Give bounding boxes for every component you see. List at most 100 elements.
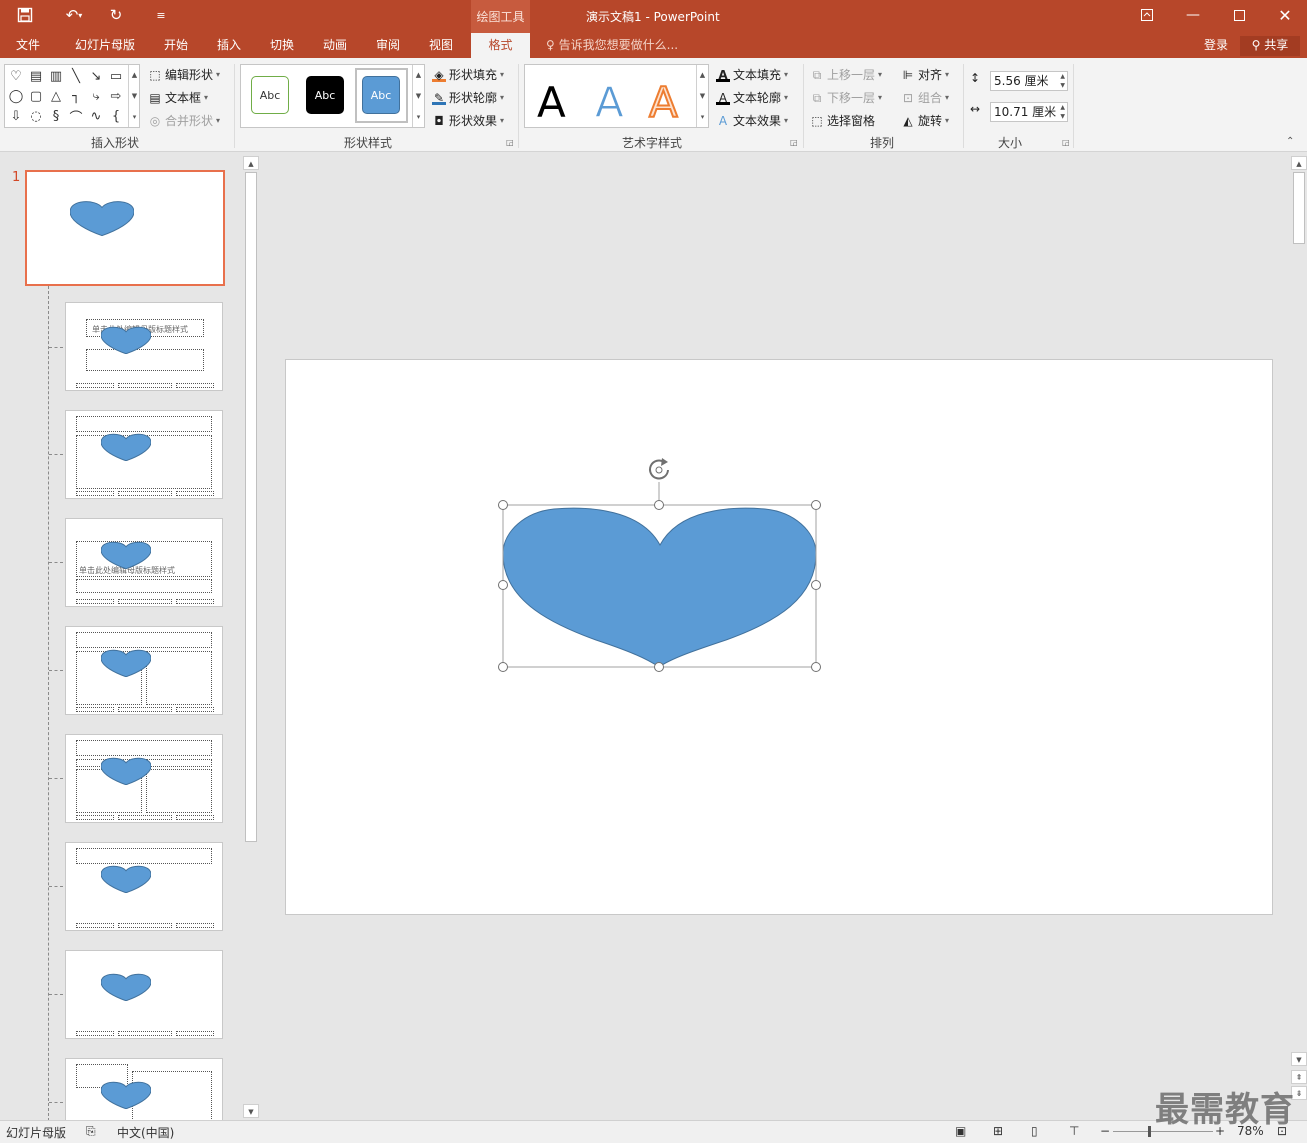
line-shape-icon[interactable]: ╲ bbox=[66, 66, 86, 86]
zoom-out-icon[interactable]: − bbox=[1100, 1124, 1110, 1138]
layout-thumbnail-section-header[interactable]: 单击此处编辑母版标题样式 bbox=[65, 518, 223, 607]
elbow-connector-shape-icon[interactable]: ┐ bbox=[66, 86, 86, 106]
shape-outline-button[interactable]: ✎ 形状轮廓 ▾ bbox=[432, 89, 504, 106]
layout-thumbnail-comparison[interactable] bbox=[65, 734, 223, 823]
style-swatch-blue[interactable]: Abc bbox=[362, 76, 400, 114]
tab-transitions[interactable]: 切换 bbox=[259, 33, 305, 58]
save-icon[interactable] bbox=[10, 0, 40, 30]
curve-shape-icon[interactable]: ∿ bbox=[86, 106, 106, 126]
zoom-slider-thumb[interactable] bbox=[1148, 1126, 1151, 1137]
tab-animations[interactable]: 动画 bbox=[312, 33, 358, 58]
shape-styles-gallery-scroll[interactable]: ▲ ▼ ▾ bbox=[412, 65, 424, 127]
rounded-rect-shape-icon[interactable]: ▢ bbox=[26, 86, 46, 106]
customize-quick-access-icon[interactable]: ≡ bbox=[150, 0, 172, 30]
zoom-slider-track[interactable] bbox=[1113, 1131, 1213, 1132]
spell-check-icon[interactable]: ⎘ bbox=[86, 1124, 96, 1139]
rotate-button[interactable]: ◭ 旋转 ▾ bbox=[901, 112, 949, 129]
scroll-down-icon[interactable]: ▼ bbox=[243, 1104, 259, 1118]
shape-fill-button[interactable]: ◈ 形状填充 ▾ bbox=[432, 66, 504, 83]
group-button[interactable]: ⊡ 组合 ▾ bbox=[901, 89, 949, 106]
reading-view-icon[interactable]: ▯ bbox=[1031, 1124, 1038, 1138]
scroll-down-icon[interactable]: ▼ bbox=[1291, 1052, 1307, 1066]
canvas-scrollbar[interactable]: ▲ ▼ ⇞ ⇟ bbox=[1291, 156, 1307, 1120]
shape-height-input[interactable]: 5.56 厘米 ▲ ▼ bbox=[990, 71, 1068, 91]
rotate-handle-icon[interactable] bbox=[649, 458, 669, 480]
dialog-launcher-icon[interactable]: ◲ bbox=[506, 138, 514, 147]
triangle-shape-icon[interactable]: △ bbox=[46, 86, 66, 106]
brace-shape-icon[interactable]: { bbox=[106, 106, 126, 126]
text-fill-button[interactable]: A 文本填充 ▾ bbox=[716, 66, 788, 83]
scrollbar-thumb[interactable] bbox=[1293, 172, 1305, 244]
dialog-launcher-icon[interactable]: ◲ bbox=[1062, 138, 1070, 147]
scrollbar-thumb[interactable] bbox=[245, 172, 257, 842]
layout-thumbnail-content[interactable] bbox=[65, 410, 223, 499]
text-box-button[interactable]: ▤ 文本框 ▾ bbox=[148, 89, 208, 106]
scroll-up-icon[interactable]: ▲ bbox=[1291, 156, 1307, 170]
layout-thumbnail-content-caption[interactable] bbox=[65, 1058, 223, 1120]
tab-home[interactable]: 开始 bbox=[153, 33, 199, 58]
layout-thumbnail-blank[interactable] bbox=[65, 950, 223, 1039]
tab-view[interactable]: 视图 bbox=[418, 33, 464, 58]
minimize-icon[interactable]: — bbox=[1170, 0, 1216, 30]
shapes-gallery-scroll[interactable]: ▲ ▼ ▾ bbox=[128, 65, 140, 127]
selection-pane-button[interactable]: ⬚ 选择窗格 bbox=[810, 112, 875, 129]
style-swatch-outline[interactable]: Abc bbox=[251, 76, 289, 114]
wordart-gallery[interactable]: A A A ▲ ▼ ▾ bbox=[524, 64, 709, 128]
share-button[interactable]: ⚲ 共享 bbox=[1240, 36, 1300, 56]
layout-thumbnail-title[interactable]: 单击此处编辑母版标题样式 bbox=[65, 302, 223, 391]
master-slide[interactable] bbox=[285, 359, 1273, 915]
thumbnail-panel-scrollbar[interactable]: ▲ ▼ bbox=[243, 156, 259, 1118]
tab-review[interactable]: 审阅 bbox=[365, 33, 411, 58]
tab-file[interactable]: 文件 bbox=[0, 33, 56, 58]
right-arrow-shape-icon[interactable]: ⇨ bbox=[106, 86, 126, 106]
close-icon[interactable]: ✕ bbox=[1262, 0, 1307, 30]
heart-shape[interactable] bbox=[502, 507, 817, 668]
layout-thumbnail-two-content[interactable] bbox=[65, 626, 223, 715]
slide-show-icon[interactable]: ⊤ bbox=[1069, 1124, 1079, 1138]
spinner-icon[interactable]: ▲ ▼ bbox=[1060, 103, 1065, 121]
tell-me-search[interactable]: ♀ 告诉我您想要做什么... bbox=[546, 33, 678, 58]
heart-shape-icon[interactable]: ♡ bbox=[6, 66, 26, 86]
style-swatch-black[interactable]: Abc bbox=[306, 76, 344, 114]
send-backward-button[interactable]: ⧉ 下移一层 ▾ bbox=[810, 89, 882, 106]
wordart-blue-letter[interactable]: A bbox=[595, 78, 625, 127]
language-text[interactable]: 中文(中国) bbox=[117, 1124, 174, 1141]
maximize-icon[interactable] bbox=[1216, 0, 1262, 30]
down-arrow-shape-icon[interactable]: ⇩ bbox=[6, 106, 26, 126]
slide-sorter-icon[interactable]: ⊞ bbox=[993, 1124, 1003, 1138]
textbox-shape-icon[interactable]: ▤ bbox=[26, 66, 46, 86]
shape-width-input[interactable]: 10.71 厘米 ▲ ▼ bbox=[990, 102, 1068, 122]
normal-view-icon[interactable]: ▣ bbox=[955, 1124, 966, 1138]
tab-insert[interactable]: 插入 bbox=[206, 33, 252, 58]
shapes-gallery[interactable]: ♡ ▤ ▥ ╲ ↘ ▭ ◯ ▢ △ ┐ ⤷ ⇨ ⇩ ◌ § ⌒ ∿ { ▲ ▼ ▾ bbox=[4, 64, 140, 128]
scroll-up-icon[interactable]: ▲ bbox=[243, 156, 259, 170]
rectangle-shape-icon[interactable]: ▭ bbox=[106, 66, 126, 86]
vertical-textbox-shape-icon[interactable]: ▥ bbox=[46, 66, 66, 86]
spinner-icon[interactable]: ▲ ▼ bbox=[1060, 72, 1065, 90]
master-slide-thumbnail[interactable] bbox=[25, 170, 225, 286]
tab-slide-master[interactable]: 幻灯片母版 bbox=[62, 33, 148, 58]
wordart-orange-letter[interactable]: A bbox=[648, 78, 679, 128]
tab-format[interactable]: 格式 bbox=[471, 33, 530, 58]
dialog-launcher-icon[interactable]: ◲ bbox=[790, 138, 798, 147]
shape-styles-gallery[interactable]: Abc Abc Abc ▲ ▼ ▾ bbox=[240, 64, 425, 128]
arrow-line-shape-icon[interactable]: ↘ bbox=[86, 66, 106, 86]
text-outline-button[interactable]: A 文本轮廓 ▾ bbox=[716, 89, 788, 106]
slide-editing-area[interactable] bbox=[262, 152, 1291, 1120]
redo-icon[interactable]: ↻ bbox=[103, 0, 129, 30]
edit-shape-button[interactable]: ⬚ 编辑形状 ▾ bbox=[148, 66, 220, 83]
layout-thumbnail-title-only[interactable] bbox=[65, 842, 223, 931]
align-button[interactable]: ⊫ 对齐 ▾ bbox=[901, 66, 949, 83]
ribbon-display-options-icon[interactable] bbox=[1124, 0, 1170, 30]
text-effects-button[interactable]: A 文本效果 ▾ bbox=[716, 112, 788, 129]
login-link[interactable]: 登录 bbox=[1204, 33, 1228, 57]
undo-icon[interactable]: ↶ ▾ bbox=[54, 0, 94, 30]
wordart-gallery-scroll[interactable]: ▲ ▼ ▾ bbox=[696, 65, 708, 127]
shape-effects-button[interactable]: ◘ 形状效果 ▾ bbox=[432, 112, 504, 129]
freeform-shape-icon[interactable]: ◌ bbox=[26, 106, 46, 126]
wordart-black-letter[interactable]: A bbox=[537, 79, 566, 127]
bring-forward-button[interactable]: ⧉ 上移一层 ▾ bbox=[810, 66, 882, 83]
scribble-shape-icon[interactable]: § bbox=[46, 106, 66, 126]
collapse-ribbon-icon[interactable]: ⌃ bbox=[1286, 136, 1294, 147]
arc-shape-icon[interactable]: ⌒ bbox=[66, 106, 86, 126]
